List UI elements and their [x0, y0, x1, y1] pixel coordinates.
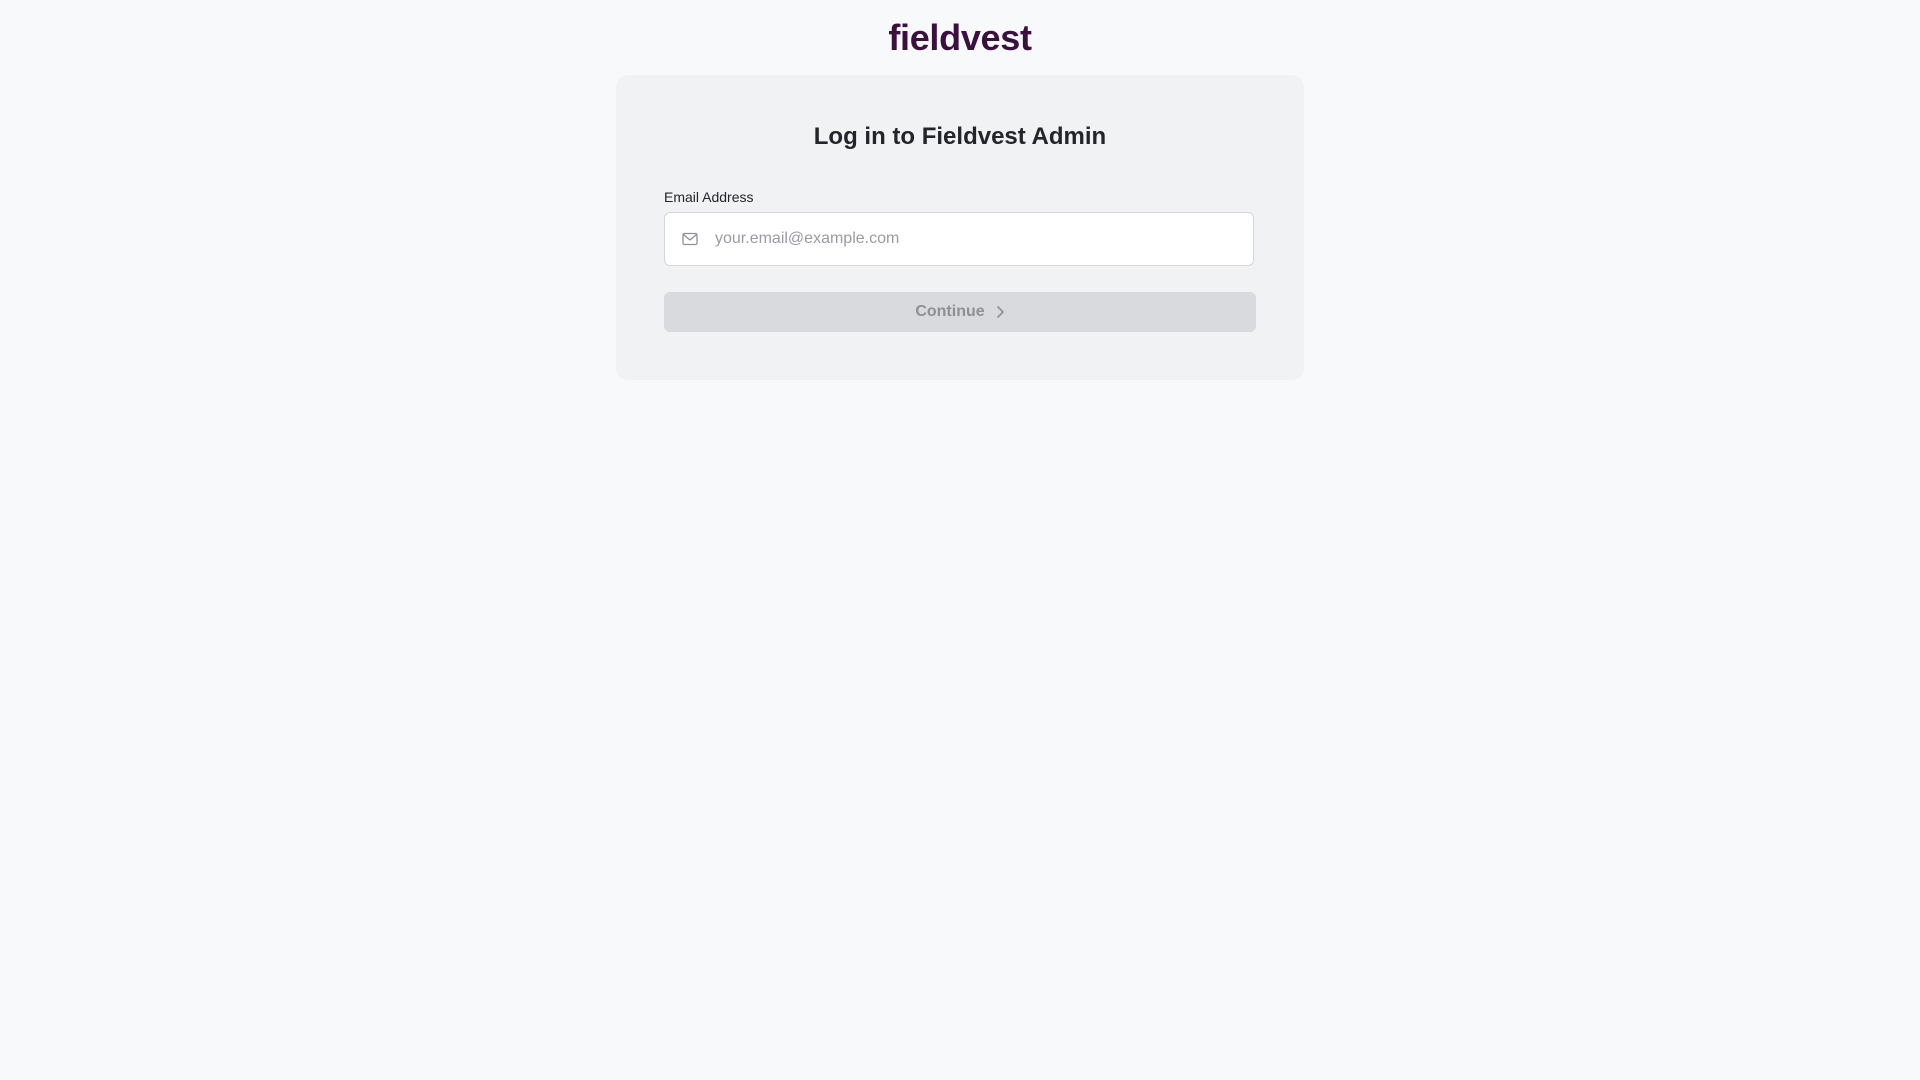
email-input[interactable] — [715, 213, 1245, 265]
email-label: Email Address — [664, 189, 754, 205]
continue-button[interactable]: Continue — [664, 292, 1256, 332]
brand-logo: fieldvest — [888, 17, 1032, 58]
page-title: Log in to Fieldvest Admin — [813, 123, 1107, 150]
continue-button-label: Continue — [915, 303, 985, 320]
login-page: fieldvest Log in to Fieldvest Admin Emai… — [0, 0, 1920, 1080]
email-field[interactable] — [664, 212, 1254, 266]
login-card: Log in to Fieldvest Admin Email Address … — [616, 75, 1304, 380]
chevron-right-icon — [996, 306, 1004, 318]
mail-icon — [682, 232, 698, 246]
